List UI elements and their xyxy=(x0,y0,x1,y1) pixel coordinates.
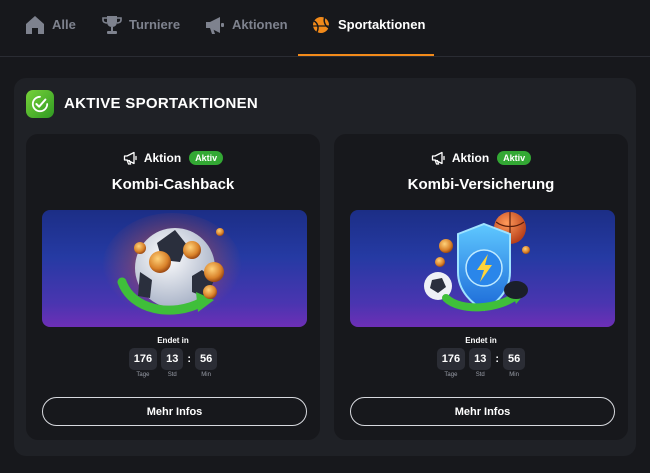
sports-ball-icon xyxy=(313,16,330,33)
tab-turniere[interactable]: Turniere xyxy=(101,14,181,56)
countdown-value: 176 xyxy=(436,348,466,370)
trophy-icon xyxy=(102,16,122,34)
countdown-unit: Std xyxy=(167,372,177,378)
promo-banner-image[interactable] xyxy=(42,210,307,327)
card-type-label: Aktion xyxy=(451,151,490,165)
countdown-minutes: 56 Min xyxy=(503,348,526,378)
countdown-days: 176 Tage xyxy=(128,348,158,378)
card-title: Kombi-Versicherung xyxy=(407,176,555,193)
card-title: Kombi-Cashback xyxy=(111,176,235,193)
more-info-button[interactable]: Mehr Infos xyxy=(350,397,615,426)
sport-promotions-section: AKTIVE SPORTAKTIONEN Aktion Aktiv Kombi-… xyxy=(14,78,636,456)
tab-label: Turniere xyxy=(129,17,181,32)
card-header: Aktion Aktiv xyxy=(334,150,628,166)
ends-in-label: Endet in xyxy=(157,336,189,345)
countdown-hours: 13 Std xyxy=(469,348,492,378)
status-badge: Aktiv xyxy=(189,151,224,165)
cashback-illustration xyxy=(102,213,242,323)
tab-label: Aktionen xyxy=(232,17,288,32)
tab-alle[interactable]: Alle xyxy=(24,14,78,56)
card-type-label: Aktion xyxy=(143,151,182,165)
countdown-unit: Min xyxy=(509,372,519,378)
countdown-separator: : xyxy=(495,353,500,365)
tab-label: Sportaktionen xyxy=(338,17,426,32)
category-tabs: Alle Turniere Aktionen Sportaktionen xyxy=(0,0,650,57)
countdown-days: 176 Tage xyxy=(436,348,466,378)
countdown-unit: Min xyxy=(201,372,211,378)
check-badge-icon xyxy=(26,90,54,118)
ends-in-label: Endet in xyxy=(465,336,497,345)
megaphone-icon xyxy=(431,151,445,165)
countdown-value: 13 xyxy=(469,348,492,370)
countdown-unit: Std xyxy=(475,372,485,378)
countdown-timer: 176 Tage 13 Std : 56 Min xyxy=(26,348,320,378)
tab-sportaktionen[interactable]: Sportaktionen xyxy=(298,14,434,56)
countdown-value: 56 xyxy=(503,348,526,370)
tab-label: Alle xyxy=(52,17,76,32)
countdown-separator: : xyxy=(187,353,192,365)
insurance-illustration xyxy=(424,212,530,312)
megaphone-icon xyxy=(123,151,137,165)
more-info-button[interactable]: Mehr Infos xyxy=(42,397,307,426)
promo-card-kombi-cashback: Aktion Aktiv Kombi-Cashback Endet in 176… xyxy=(26,134,320,440)
countdown-value: 13 xyxy=(161,348,184,370)
home-icon xyxy=(26,16,44,34)
megaphone-icon xyxy=(206,17,224,34)
promo-card-kombi-versicherung: Aktion Aktiv Kombi-Versicherung Endet in… xyxy=(334,134,628,440)
countdown-minutes: 56 Min xyxy=(195,348,218,378)
section-title: AKTIVE SPORTAKTIONEN xyxy=(64,95,259,112)
status-badge: Aktiv xyxy=(497,151,532,165)
tab-aktionen[interactable]: Aktionen xyxy=(204,14,288,56)
countdown-value: 176 xyxy=(128,348,158,370)
card-header: Aktion Aktiv xyxy=(26,150,320,166)
countdown-hours: 13 Std xyxy=(161,348,184,378)
promo-banner-image[interactable] xyxy=(350,210,615,327)
countdown-unit: Tage xyxy=(444,372,458,378)
countdown-value: 56 xyxy=(195,348,218,370)
countdown-unit: Tage xyxy=(136,372,150,378)
countdown-timer: 176 Tage 13 Std : 56 Min xyxy=(334,348,628,378)
